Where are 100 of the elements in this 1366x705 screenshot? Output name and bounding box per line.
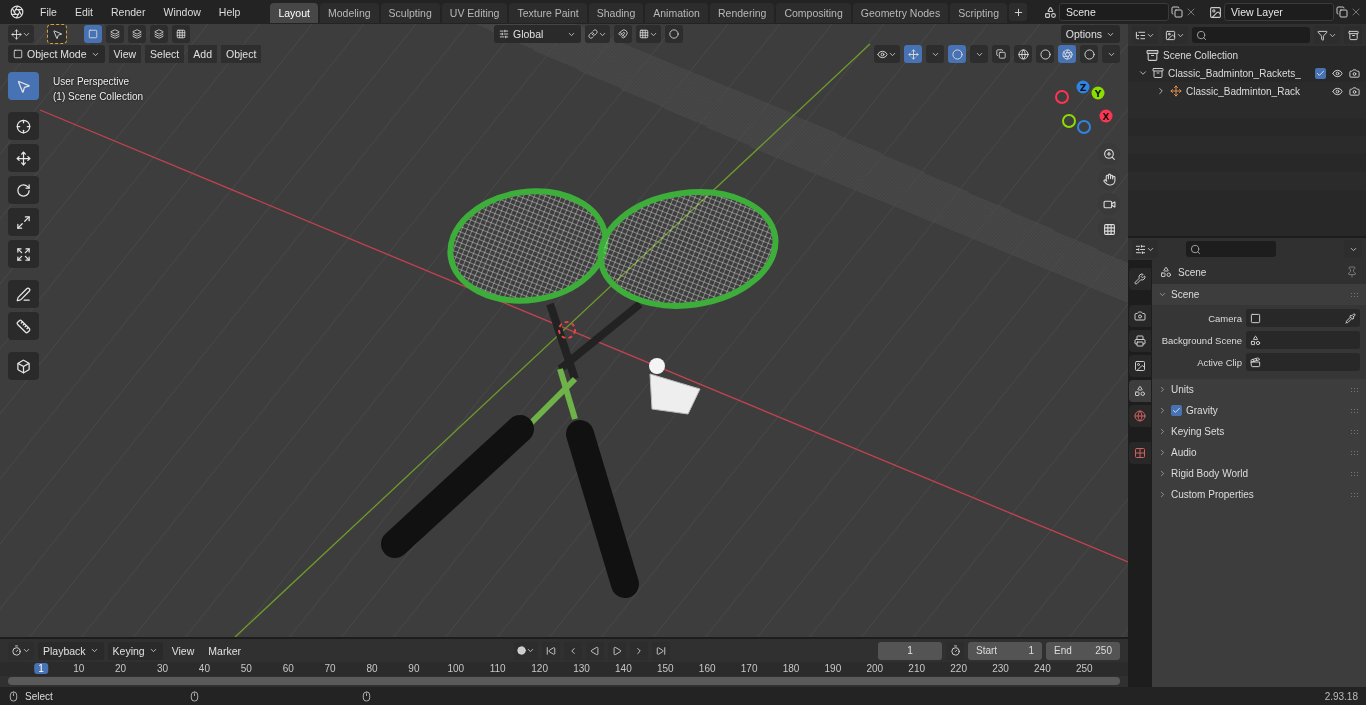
orientation-dropdown[interactable]: Global bbox=[494, 25, 582, 43]
menu-item[interactable]: Add bbox=[188, 45, 217, 63]
menu-item[interactable]: Window bbox=[155, 4, 209, 20]
selection-mode-button[interactable] bbox=[150, 25, 168, 43]
gizmo-button[interactable] bbox=[904, 45, 922, 63]
shading-button[interactable] bbox=[1058, 45, 1076, 63]
menu-item[interactable]: Help bbox=[210, 4, 249, 20]
disclosure-toggle[interactable] bbox=[1138, 68, 1148, 78]
menu-item[interactable]: Edit bbox=[66, 4, 101, 20]
selection-mode-button[interactable] bbox=[172, 25, 190, 43]
tool-button[interactable] bbox=[8, 352, 39, 380]
tool-button[interactable] bbox=[8, 240, 39, 268]
image-icon[interactable] bbox=[1209, 5, 1222, 19]
app-logo-icon[interactable] bbox=[10, 5, 24, 19]
panel-title[interactable]: Keying Sets bbox=[1171, 426, 1225, 437]
outliner-item[interactable]: Classic_Badminton_Rackets_ bbox=[1168, 67, 1301, 79]
field-input[interactable] bbox=[1246, 331, 1360, 349]
camera-icon[interactable] bbox=[1349, 85, 1360, 97]
field-input[interactable] bbox=[1246, 353, 1360, 371]
mode-dropdown[interactable]: Object Mode bbox=[8, 45, 105, 63]
tool-button[interactable] bbox=[48, 25, 66, 43]
workspace-tab[interactable]: Texture Paint bbox=[509, 3, 587, 23]
menu-item[interactable]: Object bbox=[221, 45, 262, 63]
disclosure-toggle[interactable] bbox=[1158, 290, 1167, 299]
overlay-button[interactable] bbox=[948, 45, 966, 63]
disclosure-toggle[interactable] bbox=[1158, 427, 1167, 436]
panel-title[interactable]: Rigid Body World bbox=[1171, 468, 1249, 479]
workspace-tab[interactable]: Animation bbox=[645, 3, 708, 23]
close-icon[interactable] bbox=[1350, 6, 1362, 18]
menu-item[interactable]: Marker bbox=[203, 641, 246, 660]
add-workspace-button[interactable] bbox=[1009, 3, 1027, 21]
panel-title[interactable]: Units bbox=[1171, 384, 1194, 395]
menu-item[interactable]: Render bbox=[103, 4, 154, 20]
axis-handle[interactable]: Z bbox=[1076, 80, 1090, 94]
copy-icon[interactable] bbox=[1336, 6, 1348, 18]
shading-button[interactable] bbox=[1036, 45, 1054, 63]
panel-title[interactable]: Custom Properties bbox=[1171, 489, 1254, 500]
menu-item[interactable]: File bbox=[32, 4, 65, 20]
outliner-root[interactable]: Scene Collection bbox=[1163, 49, 1239, 61]
eye-icon[interactable] bbox=[1332, 85, 1343, 97]
timeline-scrollbar[interactable] bbox=[8, 677, 1120, 685]
menu-dropdown[interactable]: Playback bbox=[38, 641, 104, 660]
scene-field[interactable]: Scene bbox=[1059, 3, 1169, 21]
visibility-button[interactable] bbox=[874, 45, 900, 63]
selection-mode-button[interactable] bbox=[128, 25, 146, 43]
properties-tab[interactable] bbox=[1129, 442, 1151, 464]
disclosure-toggle[interactable] bbox=[1158, 469, 1167, 478]
disclosure-toggle[interactable] bbox=[1158, 385, 1167, 394]
exclude-checkbox[interactable] bbox=[1315, 67, 1326, 79]
workspace-tab[interactable]: Geometry Nodes bbox=[852, 3, 949, 23]
tool-button[interactable] bbox=[8, 312, 39, 340]
menu-item[interactable]: View bbox=[108, 45, 142, 63]
workspace-tab[interactable]: Modeling bbox=[319, 3, 379, 23]
tool-button[interactable] bbox=[8, 280, 39, 308]
workspace-tab[interactable]: Compositing bbox=[776, 3, 851, 23]
workspace-tab[interactable]: Rendering bbox=[709, 3, 775, 23]
editor-type-button[interactable] bbox=[8, 25, 34, 43]
xray-button[interactable] bbox=[992, 45, 1010, 63]
shading-button[interactable] bbox=[1014, 45, 1032, 63]
properties-tab[interactable] bbox=[1129, 330, 1151, 352]
end-frame-field[interactable]: End 250 bbox=[1046, 641, 1120, 660]
start-frame-field[interactable]: Start 1 bbox=[968, 641, 1042, 660]
snap-target-button[interactable] bbox=[636, 25, 662, 43]
menu-item[interactable]: View bbox=[166, 641, 200, 660]
search-field[interactable] bbox=[1186, 241, 1276, 257]
axis-handle[interactable] bbox=[1055, 90, 1069, 104]
disclosure-toggle[interactable] bbox=[1156, 86, 1166, 96]
properties-tab[interactable] bbox=[1129, 268, 1151, 290]
close-icon[interactable] bbox=[1185, 6, 1197, 18]
field-input[interactable] bbox=[1246, 309, 1360, 327]
properties-tab[interactable] bbox=[1129, 355, 1151, 377]
panel-title[interactable]: Audio bbox=[1171, 447, 1197, 458]
axis-handle[interactable]: X bbox=[1099, 109, 1113, 123]
panel-title[interactable]: Scene bbox=[1171, 289, 1200, 300]
workspace-tab[interactable]: Sculpting bbox=[380, 3, 440, 23]
workspace-tab[interactable]: Layout bbox=[270, 3, 318, 23]
tool-button[interactable] bbox=[8, 176, 39, 204]
search-field[interactable] bbox=[1192, 27, 1310, 43]
axis-handle[interactable]: Y bbox=[1091, 86, 1105, 100]
current-frame-field[interactable]: 1 bbox=[878, 641, 942, 660]
panel-title[interactable]: Gravity bbox=[1186, 405, 1218, 416]
axis-handle[interactable] bbox=[1077, 120, 1091, 134]
shapes-icon[interactable] bbox=[1044, 5, 1057, 19]
copy-icon[interactable] bbox=[1171, 6, 1183, 18]
tool-button[interactable] bbox=[8, 144, 39, 172]
workspace-tab[interactable]: Shading bbox=[588, 3, 644, 23]
menu-item[interactable]: Select bbox=[145, 45, 185, 63]
eye-icon[interactable] bbox=[1332, 67, 1343, 79]
snap-button[interactable] bbox=[614, 25, 633, 43]
camera-icon[interactable] bbox=[1349, 67, 1360, 79]
menu-dropdown[interactable]: Keying bbox=[107, 641, 163, 660]
selection-mode-button[interactable] bbox=[106, 25, 124, 43]
disclosure-toggle[interactable] bbox=[1158, 490, 1167, 499]
pivot-button[interactable] bbox=[585, 25, 611, 43]
disclosure-toggle[interactable] bbox=[1158, 448, 1167, 457]
properties-tab[interactable] bbox=[1129, 380, 1151, 402]
properties-tab[interactable] bbox=[1129, 305, 1151, 327]
tool-button[interactable] bbox=[8, 112, 39, 140]
panel-checkbox[interactable] bbox=[1171, 405, 1182, 416]
view-layer-field[interactable]: View Layer bbox=[1224, 3, 1334, 21]
